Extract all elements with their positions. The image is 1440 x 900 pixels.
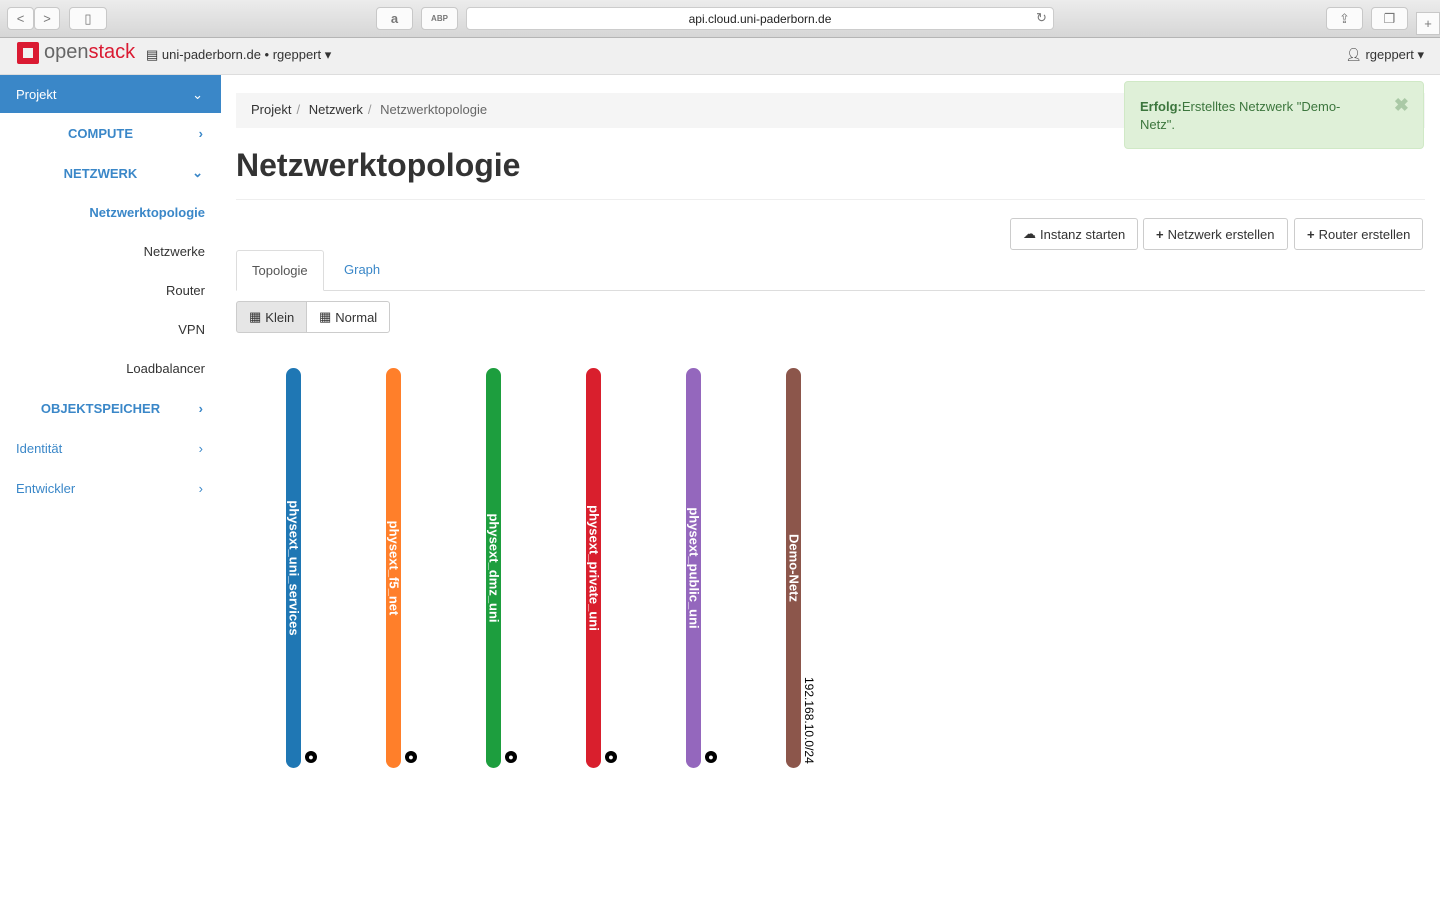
network-bar[interactable]: physext_f5_net — [386, 368, 401, 768]
sidebar-identitaet-label: Identität — [16, 440, 63, 456]
sidebar-netzwerk[interactable]: NETZWERK ⌄ — [0, 153, 221, 193]
create-router-button[interactable]: + Router erstellen — [1294, 218, 1424, 250]
sidebar-entwickler-label: Entwickler — [16, 480, 76, 496]
project-selector[interactable]: ▤ uni-paderborn.de • rgeppert ▾ — [146, 47, 331, 63]
size-small-label: Klein — [265, 309, 295, 325]
openstack-logo[interactable]: openstack — [17, 41, 135, 64]
chevron-right-icon: › — [198, 440, 203, 456]
logo-text-b: stack — [88, 41, 136, 63]
network-label: physext_public_uni — [686, 507, 701, 629]
globe-icon: ● — [505, 751, 517, 763]
adblock-extension-button[interactable]: ABP — [421, 7, 458, 30]
chevron-right-icon: › — [198, 125, 203, 141]
sidebar-identitaet[interactable]: Identität › — [0, 428, 221, 468]
sidebar-objekt-label: OBJEKTSPEICHER — [40, 400, 161, 416]
user-icon: 👤︎ — [1345, 47, 1366, 62]
tab-graph[interactable]: Graph — [329, 250, 395, 291]
sidebar: Projekt ⌄ COMPUTE › NETZWERK ⌄ Netzwerktopo… — [0, 75, 221, 508]
user-label: rgeppert — [1365, 47, 1414, 62]
sidebar-toggle-icon[interactable]: ▯ — [69, 7, 107, 30]
plus-icon: + — [1156, 226, 1164, 242]
project-icon: ▤ — [146, 47, 162, 62]
sidebar-objektspeicher[interactable]: OBJEKTSPEICHER › — [0, 388, 221, 428]
amazon-extension-button[interactable]: a — [376, 7, 413, 30]
reload-icon[interactable]: ↻ — [1036, 10, 1047, 26]
browser-toolbar: < > ▯ a ABP api.cloud.uni-paderborn.de ↻… — [0, 0, 1440, 38]
tab-topologie[interactable]: Topologie — [236, 250, 324, 291]
forward-button[interactable]: > — [34, 7, 60, 30]
cloud-upload-icon: ☁ — [1023, 226, 1036, 241]
page-title: Netzwerktopologie — [236, 147, 1425, 200]
breadcrumb-netzwerk[interactable]: Netzwerk — [309, 102, 363, 117]
launch-instance-button[interactable]: ☁ Instanz starten — [1010, 218, 1139, 250]
network-label: Demo-Netz — [786, 534, 801, 602]
create-network-button[interactable]: + Netzwerk erstellen — [1143, 218, 1288, 250]
sidebar-project-label: Projekt — [16, 87, 57, 102]
launch-label: Instanz starten — [1040, 226, 1126, 242]
create-network-label: Netzwerk erstellen — [1167, 226, 1275, 242]
tabs-icon[interactable]: ❐ — [1371, 7, 1408, 30]
chevron-down-icon: ⌄ — [192, 87, 203, 102]
breadcrumb-current: Netzwerktopologie — [380, 102, 488, 117]
network-bar[interactable]: physext_private_uni — [586, 368, 601, 768]
sidebar-entwickler[interactable]: Entwickler › — [0, 468, 221, 508]
share-icon[interactable]: ⇪ — [1326, 7, 1363, 30]
sidebar-item-vpn[interactable]: VPN — [0, 310, 221, 349]
network-bar[interactable]: Demo-Netz — [786, 368, 801, 768]
sidebar-project[interactable]: Projekt ⌄ — [0, 75, 221, 113]
chevron-right-icon: › — [198, 400, 203, 416]
breadcrumb-projekt[interactable]: Projekt — [251, 102, 291, 117]
close-icon[interactable]: ✖ — [1394, 96, 1409, 114]
network-label: physext_f5_net — [386, 520, 401, 616]
logo-text-a: open — [44, 41, 89, 63]
globe-icon: ● — [605, 751, 617, 763]
subnet-cidr[interactable]: 192.168.10.0/24 — [802, 677, 816, 764]
sidebar-netzwerk-label: NETZWERK — [63, 165, 138, 181]
url-bar[interactable]: api.cloud.uni-paderborn.de — [466, 7, 1054, 30]
globe-icon: ● — [305, 751, 317, 763]
sidebar-item-router[interactable]: Router — [0, 271, 221, 310]
network-bar[interactable]: physext_dmz_uni — [486, 368, 501, 768]
sidebar-item-netzwerke[interactable]: Netzwerke — [0, 232, 221, 271]
logo-icon — [17, 41, 39, 64]
network-label: physext_dmz_uni — [486, 513, 501, 623]
sidebar-item-netzwerktopologie[interactable]: Netzwerktopologie — [0, 193, 221, 232]
grid-small-icon: ▦ — [249, 309, 262, 324]
globe-icon: ● — [405, 751, 417, 763]
back-button[interactable]: < — [7, 7, 34, 30]
tab-bar: Topologie Graph — [236, 250, 1425, 291]
size-normal-label: Normal — [335, 309, 378, 325]
globe-icon: ● — [705, 751, 717, 763]
success-alert: Erfolg:Erstelltes Netzwerk "Demo-Netz". ✖ — [1124, 81, 1424, 149]
new-tab-button[interactable]: + — [1416, 12, 1440, 35]
network-label: physext_uni_services — [286, 500, 301, 636]
grid-large-icon: ▦ — [319, 309, 332, 324]
network-label: physext_private_uni — [586, 505, 601, 631]
size-small-button[interactable]: ▦ Klein — [236, 301, 307, 333]
network-bar[interactable]: physext_uni_services — [286, 368, 301, 768]
size-normal-button[interactable]: ▦ Normal — [306, 301, 390, 333]
network-bar[interactable]: physext_public_uni — [686, 368, 701, 768]
create-router-label: Router erstellen — [1318, 226, 1411, 242]
chevron-right-icon: › — [198, 480, 203, 496]
alert-strong: Erfolg: — [1140, 99, 1182, 114]
sidebar-compute[interactable]: COMPUTE › — [0, 113, 221, 153]
user-menu[interactable]: 👤︎ rgeppert ▾ — [1345, 47, 1424, 63]
chevron-down-icon: ⌄ — [192, 165, 203, 180]
sidebar-compute-label: COMPUTE — [68, 125, 133, 141]
sidebar-item-loadbalancer[interactable]: Loadbalancer — [0, 349, 221, 388]
project-label: uni-paderborn.de • rgeppert — [161, 47, 322, 62]
plus-icon: + — [1307, 226, 1315, 242]
